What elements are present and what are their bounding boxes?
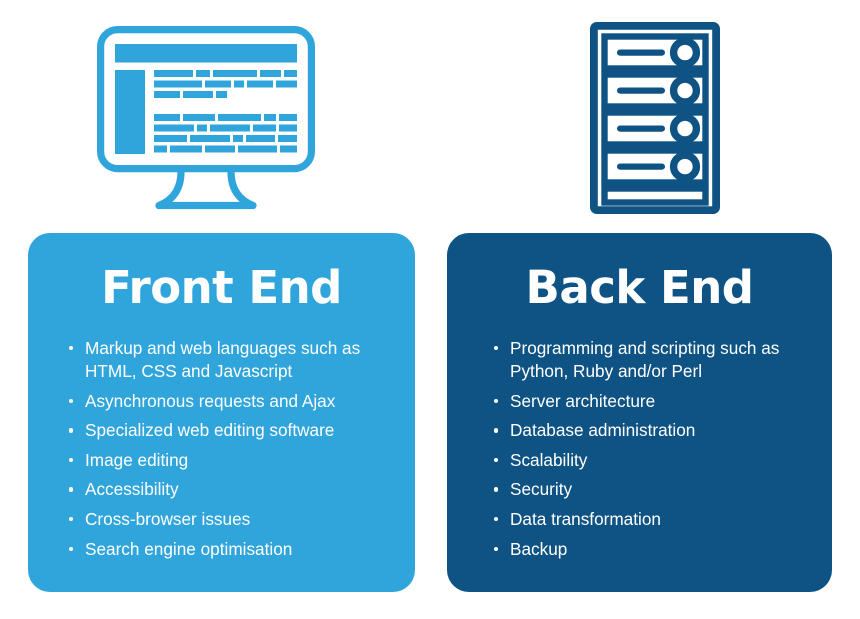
front-end-card: Front End Markup and web languages such … [28, 233, 415, 592]
list-item: Search engine optimisation [68, 538, 389, 561]
back-end-title: Back End [525, 261, 754, 314]
list-item: Scalability [493, 449, 810, 472]
list-item: Programming and scripting such as Python… [493, 337, 810, 383]
list-item: Asynchronous requests and Ajax [68, 390, 389, 413]
list-item: Data transformation [493, 508, 810, 531]
front-end-list: Markup and web languages such as HTML, C… [28, 311, 415, 560]
list-item: Specialized web editing software [68, 419, 389, 442]
list-item: Security [493, 478, 810, 501]
list-item: Database administration [493, 419, 810, 442]
back-end-icon-container [430, 18, 860, 223]
server-rack-icon [590, 22, 720, 219]
list-item: Accessibility [68, 478, 389, 501]
list-item: Markup and web languages such as HTML, C… [68, 337, 389, 383]
back-end-card: Back End Programming and scripting such … [447, 233, 832, 592]
list-item: Image editing [68, 449, 389, 472]
front-end-column: Front End Markup and web languages such … [0, 0, 430, 619]
desktop-monitor-icon [96, 25, 316, 216]
back-end-column: Back End Programming and scripting such … [430, 0, 860, 619]
list-item: Cross-browser issues [68, 508, 389, 531]
infographic-canvas: Front End Markup and web languages such … [0, 0, 860, 619]
front-end-title: Front End [101, 261, 342, 314]
list-item: Server architecture [493, 390, 810, 413]
back-end-list: Programming and scripting such as Python… [447, 311, 832, 560]
front-end-icon-container [0, 18, 430, 223]
list-item: Backup [493, 538, 810, 561]
